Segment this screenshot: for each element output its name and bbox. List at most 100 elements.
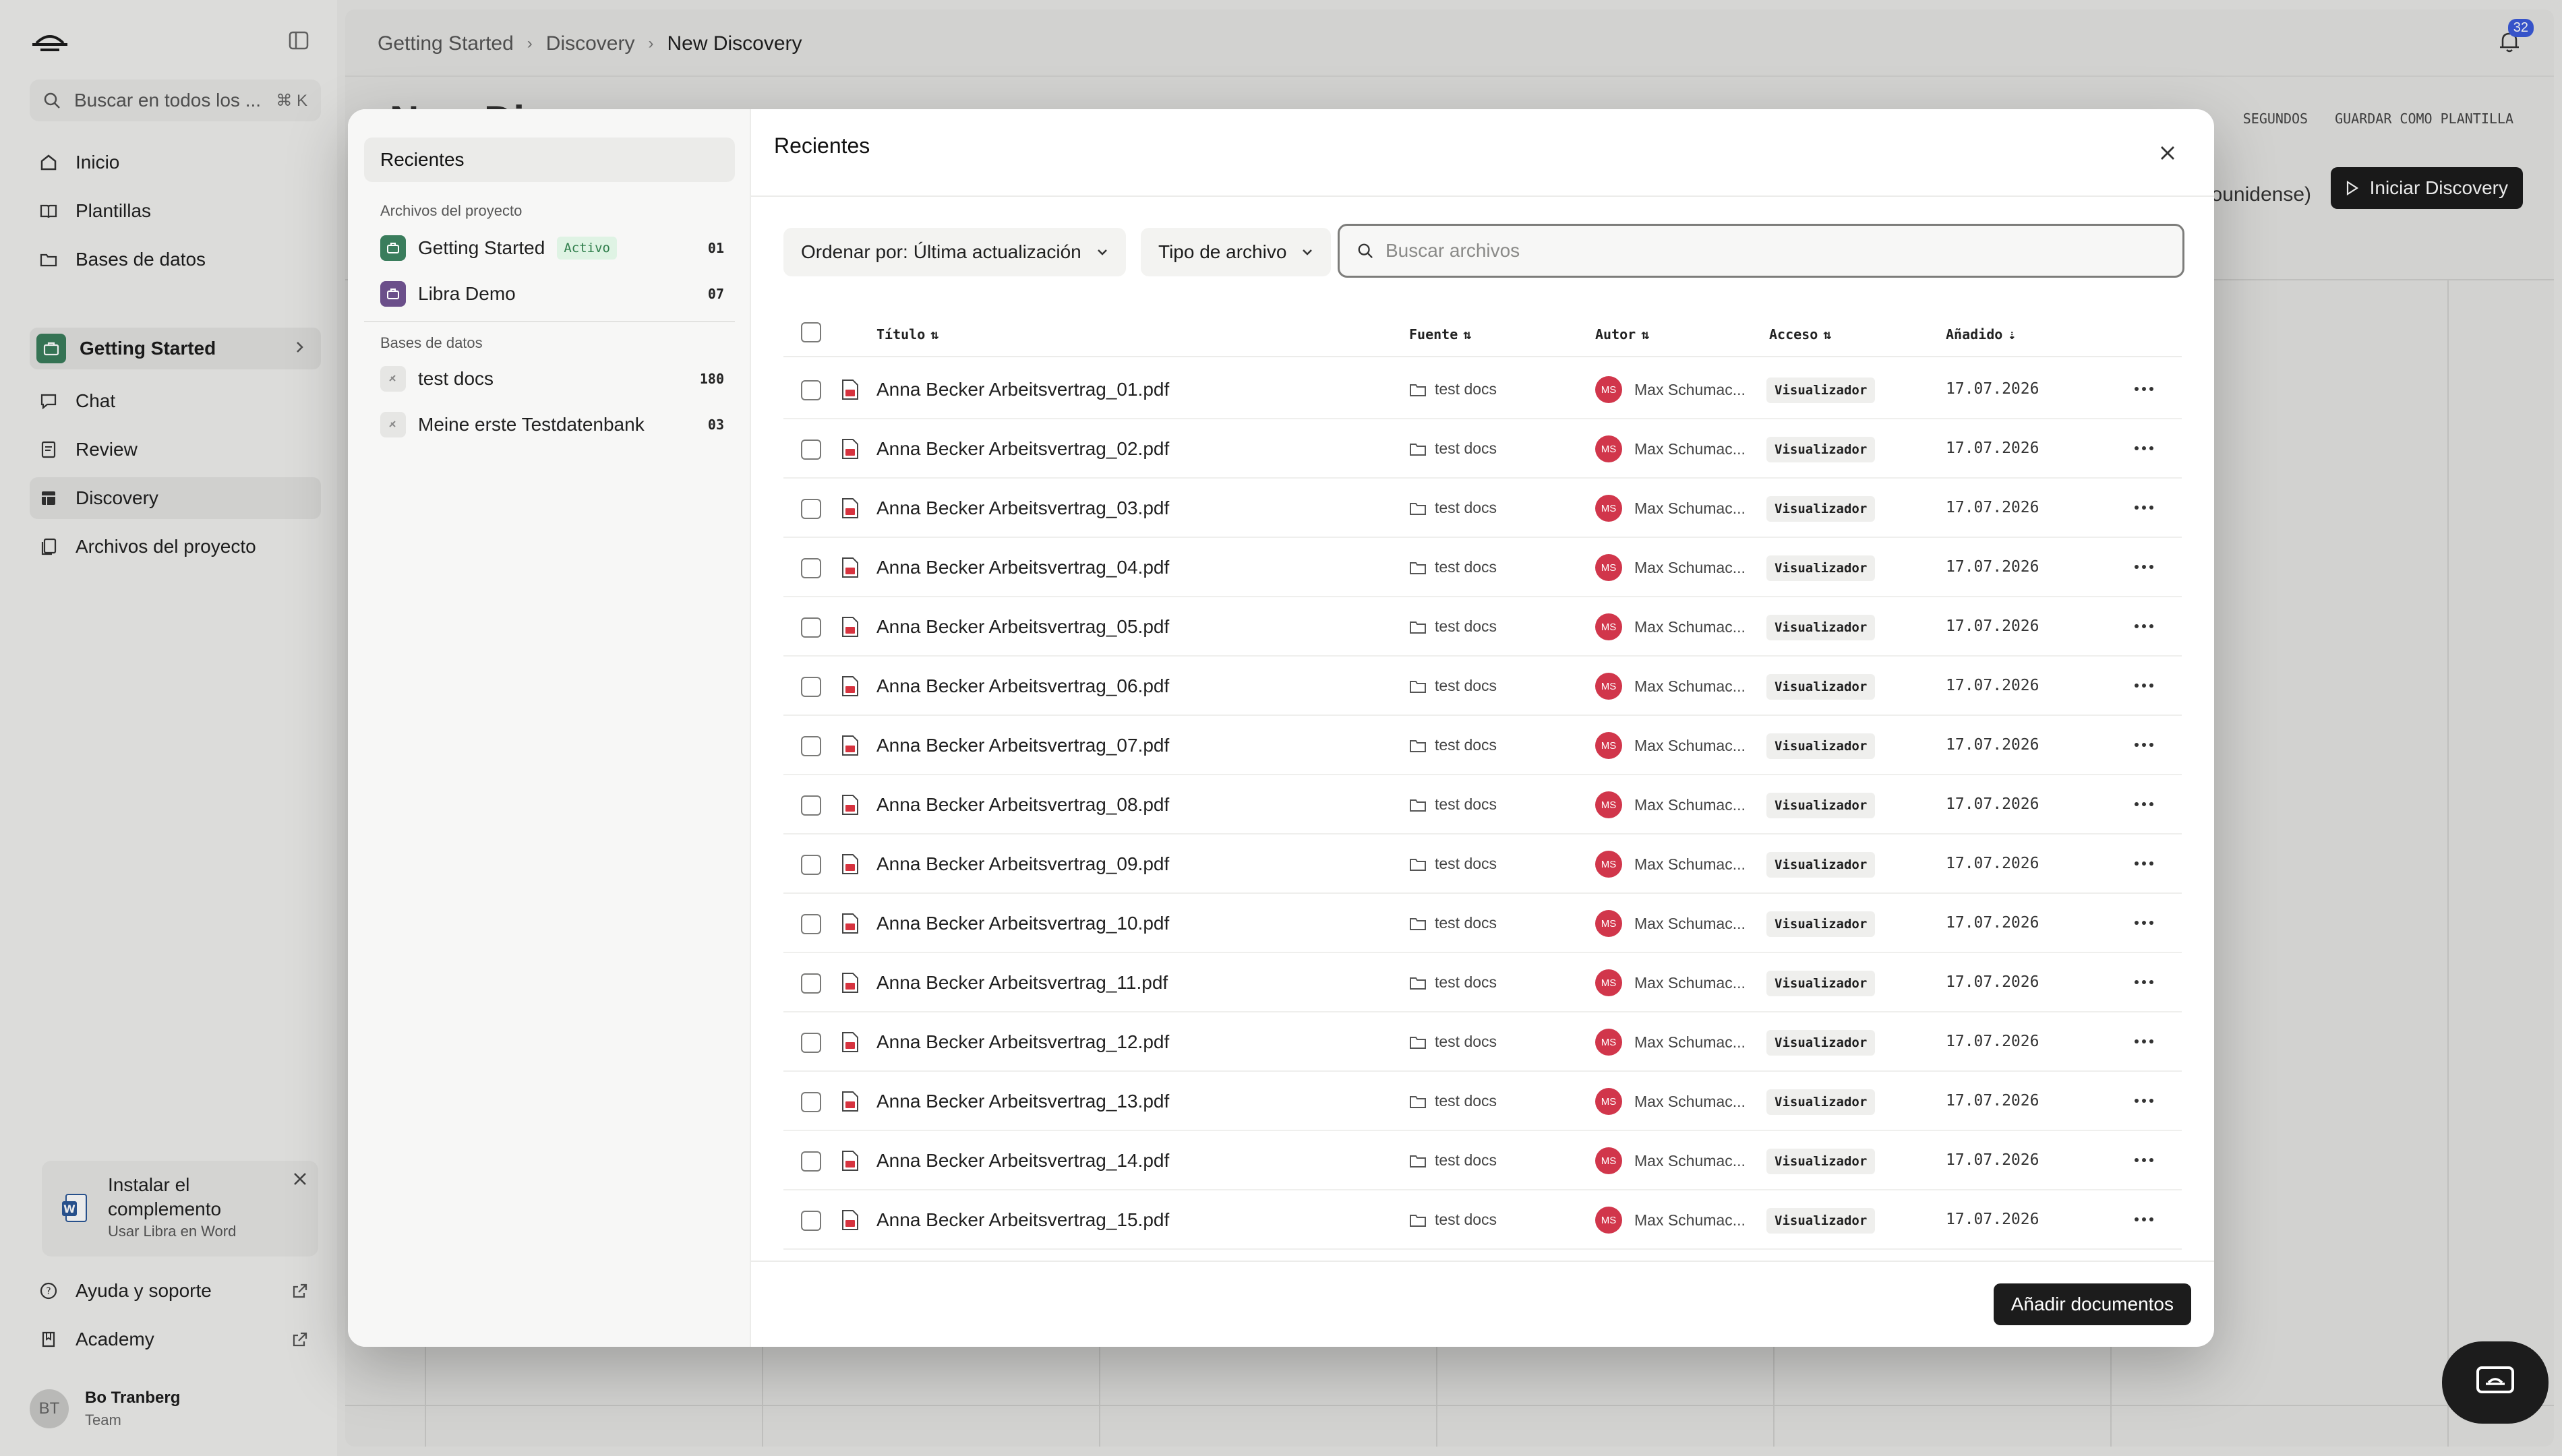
column-source[interactable]: Fuente ⇅	[1409, 326, 1471, 342]
file-title[interactable]: Anna Becker Arbeitsvertrag_14.pdf	[876, 1150, 1169, 1172]
table-header: Título ⇅ Fuente ⇅ Autor ⇅ Acceso ⇅ Añadido ⇣	[783, 309, 2182, 357]
file-title[interactable]: Anna Becker Arbeitsvertrag_09.pdf	[876, 853, 1169, 875]
file-title[interactable]: Anna Becker Arbeitsvertrag_11.pdf	[876, 972, 1168, 994]
file-title[interactable]: Anna Becker Arbeitsvertrag_02.pdf	[876, 438, 1169, 460]
author-name: Max Schumac...	[1634, 558, 1746, 576]
column-title[interactable]: Título ⇅	[876, 326, 939, 342]
table-row[interactable]: Anna Becker Arbeitsvertrag_03.pdf test do…	[783, 479, 2182, 538]
chat-launcher-button[interactable]	[2442, 1341, 2549, 1424]
file-title[interactable]: Anna Becker Arbeitsvertrag_06.pdf	[876, 675, 1169, 697]
file-source: test docs	[1409, 677, 1497, 695]
added-date: 17.07.2026	[1946, 1092, 2039, 1110]
source-test-docs[interactable]: test docs 180	[380, 361, 731, 396]
source-meine-erste-testdatenbank[interactable]: Meine erste Testdatenbank 03	[380, 407, 731, 442]
table-row[interactable]: Anna Becker Arbeitsvertrag_12.pdf test do…	[783, 1012, 2182, 1072]
more-options-icon[interactable]	[2133, 801, 2155, 808]
author-avatar: MS	[1595, 1088, 1622, 1115]
row-checkbox[interactable]	[801, 380, 821, 400]
access-badge: Visualizador	[1766, 1089, 1876, 1115]
table-row[interactable]: Anna Becker Arbeitsvertrag_11.pdf test do…	[783, 953, 2182, 1012]
file-title[interactable]: Anna Becker Arbeitsvertrag_15.pdf	[876, 1209, 1169, 1231]
table-row[interactable]: Anna Becker Arbeitsvertrag_14.pdf test do…	[783, 1131, 2182, 1190]
more-options-icon[interactable]	[2133, 386, 2155, 392]
column-label: Acceso	[1769, 326, 1818, 342]
pdf-file-icon	[842, 617, 858, 637]
select-all-checkbox[interactable]	[801, 322, 821, 342]
table-row[interactable]: Anna Becker Arbeitsvertrag_06.pdf test do…	[783, 657, 2182, 716]
file-title[interactable]: Anna Becker Arbeitsvertrag_13.pdf	[876, 1091, 1169, 1112]
file-title[interactable]: Anna Becker Arbeitsvertrag_05.pdf	[876, 616, 1169, 638]
row-checkbox[interactable]	[801, 1151, 821, 1172]
table-row[interactable]: Anna Becker Arbeitsvertrag_01.pdf test do…	[783, 360, 2182, 419]
more-options-icon[interactable]	[2133, 1216, 2155, 1223]
sort-dropdown[interactable]: Ordenar por: Última actualización	[783, 228, 1126, 276]
more-options-icon[interactable]	[2133, 979, 2155, 985]
column-access[interactable]: Acceso ⇅	[1769, 326, 1831, 342]
file-title[interactable]: Anna Becker Arbeitsvertrag_03.pdf	[876, 497, 1169, 519]
row-checkbox[interactable]	[801, 736, 821, 756]
table-row[interactable]: Anna Becker Arbeitsvertrag_09.pdf test do…	[783, 835, 2182, 894]
more-options-icon[interactable]	[2133, 682, 2155, 689]
more-options-icon[interactable]	[2133, 1038, 2155, 1045]
table-row[interactable]: Anna Becker Arbeitsvertrag_08.pdf test do…	[783, 775, 2182, 835]
table-row[interactable]: Anna Becker Arbeitsvertrag_10.pdf test do…	[783, 894, 2182, 953]
more-options-icon[interactable]	[2133, 1097, 2155, 1104]
folder-icon	[1410, 799, 1426, 812]
column-added[interactable]: Añadido ⇣	[1946, 326, 2016, 342]
row-checkbox[interactable]	[801, 677, 821, 697]
add-documents-button[interactable]: Añadir documentos	[1993, 1283, 2191, 1325]
source-count: 01	[707, 240, 724, 256]
table-row[interactable]: Anna Becker Arbeitsvertrag_13.pdf test do…	[783, 1072, 2182, 1131]
table-row[interactable]: Anna Becker Arbeitsvertrag_07.pdf test do…	[783, 716, 2182, 775]
file-title[interactable]: Anna Becker Arbeitsvertrag_01.pdf	[876, 379, 1169, 400]
source-getting-started[interactable]: Getting Started Activo 01	[380, 231, 731, 266]
file-title[interactable]: Anna Becker Arbeitsvertrag_10.pdf	[876, 913, 1169, 934]
more-options-icon[interactable]	[2133, 860, 2155, 867]
close-icon[interactable]	[2157, 143, 2178, 163]
more-options-icon[interactable]	[2133, 564, 2155, 570]
column-author[interactable]: Autor ⇅	[1595, 326, 1649, 342]
row-checkbox[interactable]	[801, 914, 821, 934]
row-checkbox[interactable]	[801, 439, 821, 460]
row-checkbox[interactable]	[801, 1033, 821, 1053]
added-date: 17.07.2026	[1946, 736, 2039, 754]
source-libra-demo[interactable]: Libra Demo 07	[380, 276, 731, 311]
more-options-icon[interactable]	[2133, 445, 2155, 452]
file-author: MS Max Schumac...	[1595, 732, 1746, 759]
file-title[interactable]: Anna Becker Arbeitsvertrag_12.pdf	[876, 1031, 1169, 1053]
file-search-input[interactable]	[1386, 240, 2127, 262]
section-project-files: Archivos del proyecto	[380, 202, 523, 219]
search-icon	[1358, 243, 1373, 258]
row-checkbox[interactable]	[801, 855, 821, 875]
pdf-file-icon	[842, 735, 858, 756]
more-options-icon[interactable]	[2133, 741, 2155, 748]
row-checkbox[interactable]	[801, 1092, 821, 1112]
row-checkbox[interactable]	[801, 1211, 821, 1231]
recent-tab[interactable]: Recientes	[364, 138, 735, 182]
row-checkbox[interactable]	[801, 795, 821, 816]
more-options-icon[interactable]	[2133, 919, 2155, 926]
row-checkbox[interactable]	[801, 499, 821, 519]
pdf-file-icon	[842, 973, 858, 993]
table-row[interactable]: Anna Becker Arbeitsvertrag_02.pdf test do…	[783, 419, 2182, 479]
table-row[interactable]: Anna Becker Arbeitsvertrag_05.pdf test do…	[783, 597, 2182, 657]
added-date: 17.07.2026	[1946, 380, 2039, 398]
more-options-icon[interactable]	[2133, 1157, 2155, 1163]
pdf-file-icon	[842, 854, 858, 874]
modal-title: Recientes	[774, 133, 870, 158]
table-row[interactable]: Anna Becker Arbeitsvertrag_15.pdf test do…	[783, 1190, 2182, 1250]
source-name: test docs	[1435, 855, 1497, 872]
file-search[interactable]	[1338, 224, 2184, 278]
file-title[interactable]: Anna Becker Arbeitsvertrag_07.pdf	[876, 735, 1169, 756]
file-title[interactable]: Anna Becker Arbeitsvertrag_04.pdf	[876, 557, 1169, 578]
row-checkbox[interactable]	[801, 973, 821, 994]
more-options-icon[interactable]	[2133, 623, 2155, 630]
table-row[interactable]: Anna Becker Arbeitsvertrag_04.pdf test do…	[783, 538, 2182, 597]
file-author: MS Max Schumac...	[1595, 1088, 1746, 1115]
sort-icon: ⇅	[1641, 326, 1650, 342]
file-title[interactable]: Anna Becker Arbeitsvertrag_08.pdf	[876, 794, 1169, 816]
row-checkbox[interactable]	[801, 617, 821, 638]
file-type-dropdown[interactable]: Tipo de archivo	[1141, 228, 1332, 276]
row-checkbox[interactable]	[801, 558, 821, 578]
more-options-icon[interactable]	[2133, 504, 2155, 511]
